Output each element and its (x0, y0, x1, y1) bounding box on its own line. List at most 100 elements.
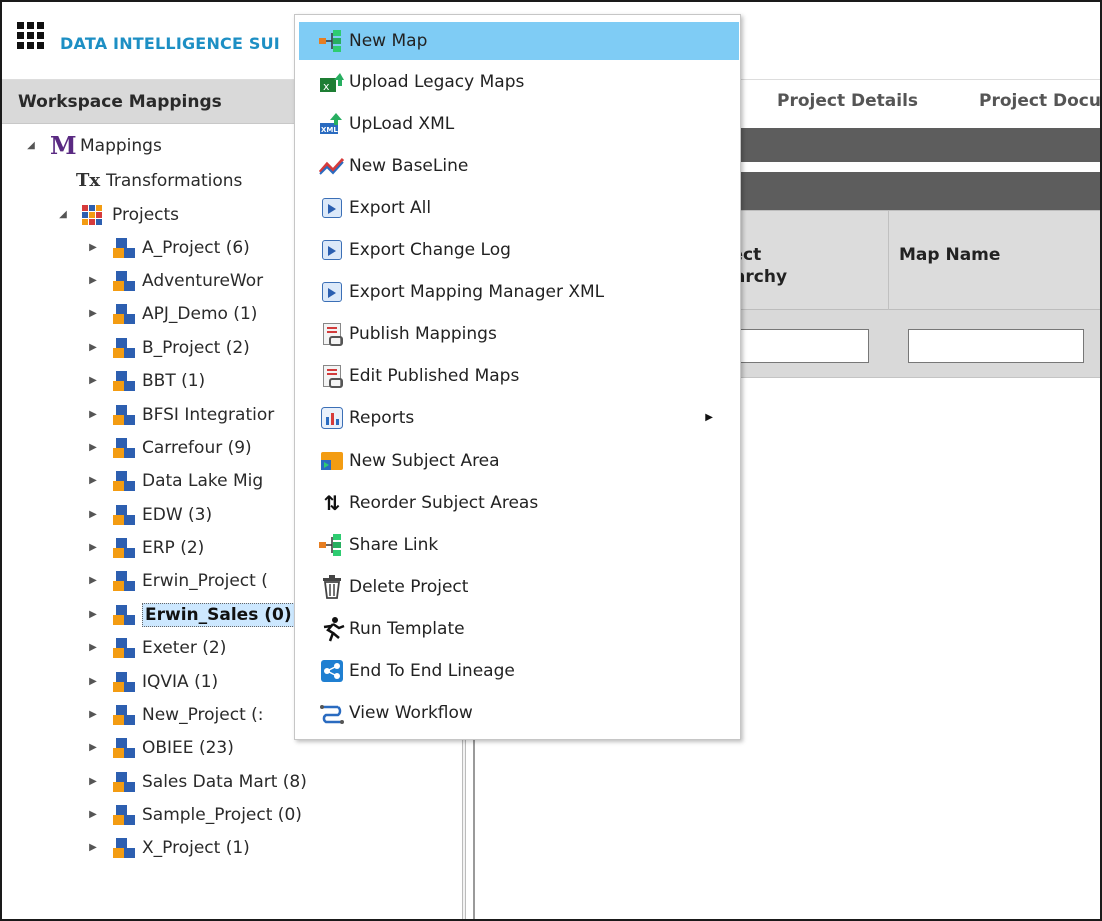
export-icon (319, 279, 345, 305)
project-icon (112, 369, 136, 393)
menu-item-label: Upload Legacy Maps (349, 72, 525, 92)
project-context-menu: New Map x Upload Legacy Maps XML UpLoad … (294, 14, 741, 740)
project-icon (112, 636, 136, 660)
publish-icon (319, 321, 345, 347)
tree-node-project[interactable]: ▶ Carrefour (9) (86, 431, 252, 464)
submenu-arrow-icon: ▶ (705, 412, 713, 423)
publish-icon (319, 363, 345, 389)
project-icon (112, 736, 136, 760)
brand-title: DATA INTELLIGENCE SUI (60, 34, 280, 53)
tree-label-project: B_Project (2) (142, 337, 250, 358)
menu-item-upload-xml[interactable]: XML UpLoad XML (299, 105, 739, 143)
new-map-icon (319, 28, 345, 54)
tree-node-project[interactable]: ▶ APJ_Demo (1) (86, 297, 257, 330)
tree-node-mappings[interactable]: ◢ M Mappings (24, 129, 162, 162)
tree-node-project[interactable]: ▶ Erwin_Project ( (86, 564, 268, 597)
menu-item-run-template[interactable]: Run Template (299, 610, 739, 648)
expand-icon[interactable]: ▶ (86, 609, 100, 620)
tree-node-transformations[interactable]: Tx Transformations (76, 164, 242, 197)
tab-project-details[interactable]: Project Details (777, 91, 918, 111)
expand-icon[interactable]: ▶ (86, 776, 100, 787)
tree-node-project[interactable]: ▶ Exeter (2) (86, 631, 226, 664)
menu-item-end-to-end-lineage[interactable]: End To End Lineage (299, 652, 739, 690)
expand-icon[interactable]: ▶ (86, 375, 100, 386)
expand-icon[interactable]: ▶ (86, 842, 100, 853)
expand-icon[interactable]: ▶ (86, 809, 100, 820)
svg-text:x: x (323, 80, 330, 93)
collapse-icon[interactable]: ◢ (24, 140, 38, 151)
run-icon (319, 616, 345, 642)
menu-item-edit-published-maps[interactable]: Edit Published Maps (299, 357, 739, 395)
menu-item-delete-project[interactable]: Delete Project (299, 568, 739, 606)
upload-xml-icon: XML (319, 111, 345, 137)
tree-node-project[interactable]: ▶ X_Project (1) (86, 831, 250, 864)
expand-icon[interactable]: ▶ (86, 742, 100, 753)
menu-item-reports[interactable]: Reports ▶ (299, 399, 739, 437)
project-icon (112, 703, 136, 727)
column-header-line: Map Name (899, 245, 1001, 265)
tree-label-project: Sales Data Mart (8) (142, 771, 307, 792)
tree-node-project[interactable]: ▶ EDW (3) (86, 498, 212, 531)
tab-project-documents[interactable]: Project Docu (979, 91, 1100, 111)
collapse-icon[interactable]: ◢ (56, 209, 70, 220)
expand-icon[interactable]: ▶ (86, 542, 100, 553)
menu-item-label: Export All (349, 198, 432, 218)
app-grid-icon[interactable] (17, 22, 44, 49)
expand-icon[interactable]: ▶ (86, 275, 100, 286)
tree-node-project[interactable]: ▶ Sample_Project (0) (86, 798, 302, 831)
expand-icon[interactable]: ▶ (86, 342, 100, 353)
tree-node-project[interactable]: ▶ B_Project (2) (86, 331, 250, 364)
transformations-icon: Tx (76, 169, 101, 191)
tree-node-project[interactable]: ▶ BBT (1) (86, 364, 205, 397)
workflow-icon (319, 700, 345, 726)
expand-icon[interactable]: ▶ (86, 509, 100, 520)
tree-node-project[interactable]: ▶ Sales Data Mart (8) (86, 765, 307, 798)
tree-label-project: BFSI Integratior (142, 404, 275, 425)
expand-icon[interactable]: ▶ (86, 409, 100, 420)
tree-node-project[interactable]: ▶ Data Lake Mig (86, 464, 263, 497)
tree-node-project[interactable]: ▶ A_Project (6) (86, 231, 250, 264)
tree-node-project[interactable]: ▶ BFSI Integratior (86, 398, 274, 431)
upload-legacy-maps-icon: x (319, 69, 345, 95)
tree-node-project[interactable]: ▶ ERP (2) (86, 531, 204, 564)
tree-label-transformations: Transformations (106, 170, 243, 191)
menu-item-export-change-log[interactable]: Export Change Log (299, 231, 739, 269)
tree-node-project[interactable]: ▶ OBIEE (23) (86, 731, 234, 764)
menu-item-upload-legacy-maps[interactable]: x Upload Legacy Maps (299, 63, 739, 101)
project-icon (112, 436, 136, 460)
expand-icon[interactable]: ▶ (86, 475, 100, 486)
expand-icon[interactable]: ▶ (86, 308, 100, 319)
tree-node-projects[interactable]: ◢ Projects (56, 198, 179, 231)
project-icon (112, 770, 136, 794)
tree-label-project: New_Project (: (142, 704, 264, 725)
menu-item-export-mapping-manager-xml[interactable]: Export Mapping Manager XML (299, 273, 739, 311)
menu-item-new-subject-area[interactable]: New Subject Area (299, 442, 739, 480)
menu-item-export-all[interactable]: Export All (299, 189, 739, 227)
tree-node-project[interactable]: ▶ New_Project (: (86, 698, 264, 731)
tree-label-project: Data Lake Mig (142, 470, 264, 491)
tree-label-project: OBIEE (23) (142, 737, 234, 758)
tree-node-project-selected[interactable]: ▶ Erwin_Sales (0) (86, 598, 295, 631)
map-name-filter-input[interactable] (908, 329, 1084, 363)
menu-item-publish-mappings[interactable]: Publish Mappings (299, 315, 739, 353)
project-icon (112, 503, 136, 527)
tree-label-project: Sample_Project (0) (142, 804, 302, 825)
project-icon (112, 803, 136, 827)
expand-icon[interactable]: ▶ (86, 242, 100, 253)
menu-item-new-baseline[interactable]: New BaseLine (299, 147, 739, 185)
svg-text:XML: XML (321, 126, 338, 134)
menu-item-new-map[interactable]: New Map (299, 22, 739, 60)
expand-icon[interactable]: ▶ (86, 442, 100, 453)
expand-icon[interactable]: ▶ (86, 642, 100, 653)
tree-label-mappings: Mappings (80, 135, 162, 156)
menu-item-share-link[interactable]: Share Link (299, 526, 739, 564)
menu-item-reorder-subject-areas[interactable]: ⇅ Reorder Subject Areas (299, 484, 739, 522)
tree-node-project[interactable]: ▶ AdventureWor (86, 264, 263, 297)
menu-item-view-workflow[interactable]: View Workflow (299, 694, 739, 732)
expand-icon[interactable]: ▶ (86, 676, 100, 687)
project-icon (112, 603, 136, 627)
tree-node-project[interactable]: ▶ IQVIA (1) (86, 665, 218, 698)
column-header-map-name[interactable]: Map Name (889, 211, 1100, 311)
expand-icon[interactable]: ▶ (86, 709, 100, 720)
expand-icon[interactable]: ▶ (86, 575, 100, 586)
